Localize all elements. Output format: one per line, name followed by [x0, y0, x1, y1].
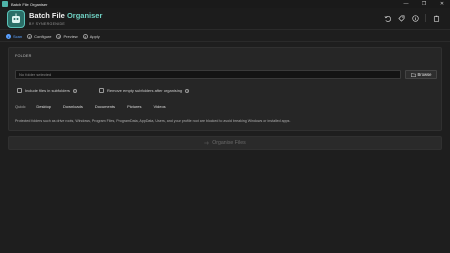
- quick-documents-button[interactable]: Documents: [93, 104, 117, 109]
- arrow-right-icon: [204, 141, 210, 145]
- quick-downloads-button[interactable]: Downloads: [61, 104, 85, 109]
- app-title: Batch File Organiser: [29, 11, 103, 20]
- app-subtitle: BY SYNERGENIDE: [29, 22, 66, 26]
- include-subfolders-option[interactable]: Include files in subfolders i: [17, 88, 77, 93]
- tag-icon[interactable]: [397, 14, 405, 22]
- folder-panel: FOLDER No folder selected Browse Include…: [8, 47, 442, 131]
- info-icon[interactable]: i: [185, 88, 190, 93]
- folder-path-input[interactable]: No folder selected: [15, 70, 401, 79]
- header-toolbar: [383, 14, 440, 22]
- app-header: Batch File Organiser BY SYNERGENIDE: [0, 8, 450, 30]
- folder-icon: [410, 72, 416, 77]
- header-divider: [425, 14, 426, 22]
- app-logo: [7, 10, 25, 28]
- quick-label: Quick:: [15, 104, 27, 109]
- quick-pictures-button[interactable]: Pictures: [125, 104, 143, 109]
- remove-empty-checkbox[interactable]: [99, 88, 104, 93]
- quick-folders: Quick: Desktop Downloads Documents Pictu…: [15, 104, 168, 109]
- folder-section-label: FOLDER: [15, 54, 32, 58]
- window-controls: — ❐ ✕: [402, 0, 446, 8]
- robot-icon: [12, 13, 20, 23]
- protected-folders-note: Protected folders such as drive roots, W…: [15, 119, 291, 123]
- browse-button[interactable]: Browse: [405, 70, 437, 79]
- close-button[interactable]: ✕: [438, 0, 446, 8]
- window-titlebar: Batch File Organiser — ❐ ✕: [0, 0, 450, 8]
- remove-empty-option[interactable]: Remove empty subfolders after organising…: [99, 88, 190, 93]
- brand: Batch File Organiser BY SYNERGENIDE: [29, 11, 102, 26]
- steps-divider: [0, 41, 450, 42]
- app-icon: [2, 1, 8, 7]
- maximize-button[interactable]: ❐: [420, 0, 428, 8]
- step-navigation: 1 Scan 2 Configure 3 Preview 4 Apply: [6, 32, 100, 41]
- window-title: Batch File Organiser: [11, 1, 48, 7]
- organise-files-button[interactable]: Organise Files: [8, 136, 442, 150]
- minimize-button[interactable]: —: [402, 0, 410, 8]
- clipboard-icon[interactable]: [432, 14, 440, 22]
- step-apply[interactable]: 4 Apply: [82, 34, 100, 39]
- info-icon[interactable]: [411, 14, 419, 22]
- info-icon[interactable]: i: [72, 88, 77, 93]
- quick-videos-button[interactable]: Videos: [152, 104, 168, 109]
- step-configure[interactable]: 2 Configure: [27, 34, 51, 39]
- step-scan[interactable]: 1 Scan: [6, 34, 22, 39]
- step-preview[interactable]: 3 Preview: [56, 34, 78, 39]
- quick-desktop-button[interactable]: Desktop: [34, 104, 53, 109]
- undo-icon[interactable]: [383, 14, 391, 22]
- include-subfolders-checkbox[interactable]: [17, 88, 22, 93]
